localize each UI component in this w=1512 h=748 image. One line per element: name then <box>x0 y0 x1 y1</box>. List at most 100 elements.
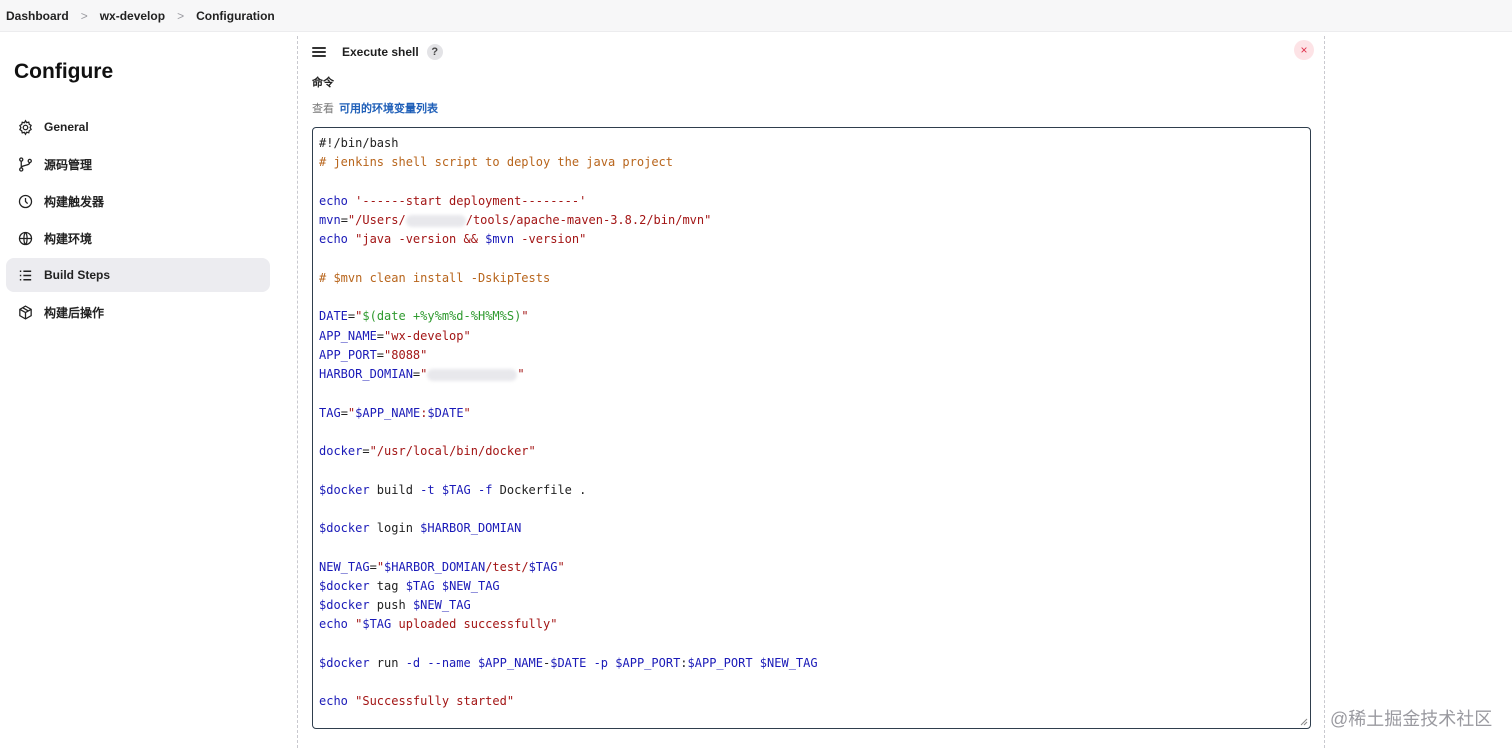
code-token: " <box>557 559 565 574</box>
breadcrumb-dashboard[interactable]: Dashboard <box>6 9 69 23</box>
code-token: " <box>376 559 385 574</box>
code-token: $docker <box>319 482 370 497</box>
env-vars-line: 查看 可用的环境变量列表 <box>312 100 438 116</box>
code-token: $HARBOR_DOMIAN <box>384 559 486 574</box>
code-token: '------start deployment--------' <box>355 193 587 208</box>
code-line: #!/bin/bash <box>319 134 1310 153</box>
sidebar-item-label: Build Steps <box>44 268 111 282</box>
code-line: HARBOR_DOMIAN=" " <box>319 365 1310 384</box>
code-line: $docker run -d --name $APP_NAME-$DATE -p… <box>319 654 1310 673</box>
code-token: $NEW_TAG <box>759 655 818 670</box>
code-token: DATE <box>319 309 348 324</box>
redacted-text <box>427 368 518 381</box>
code-token: $APP_NAME <box>355 405 421 420</box>
code-line: echo "Successfully started" <box>319 692 1310 711</box>
code-token: $docker <box>319 578 370 593</box>
code-token: login <box>369 521 421 535</box>
code-token: -p <box>593 655 616 670</box>
page-title: Configure <box>14 60 114 83</box>
code-line: DATE="$(date +%y%m%d-%H%M%S)" <box>319 307 1310 326</box>
code-token: $TAG <box>405 578 435 593</box>
sidebar-item-build-steps[interactable]: Build Steps <box>6 258 270 292</box>
sidebar-item-label: General <box>44 120 89 134</box>
globe-icon <box>16 229 34 247</box>
code-token: = <box>376 328 385 343</box>
code-token: "Successfully started" <box>355 694 515 709</box>
code-token: uploaded successfully" <box>391 617 558 632</box>
code-token: APP_NAME <box>319 328 377 343</box>
code-line: docker="/usr/local/bin/docker" <box>319 442 1310 461</box>
code-token: $NEW_TAG <box>412 598 471 612</box>
code-token: "/usr/local/bin/docker" <box>369 444 536 458</box>
code-token: # jenkins shell script to deploy the jav… <box>319 155 674 170</box>
code-token: run <box>369 655 406 670</box>
breadcrumb-project[interactable]: wx-develop <box>100 9 165 23</box>
code-token: echo <box>319 232 356 247</box>
code-line: APP_PORT="8088" <box>319 346 1310 365</box>
sidebar-item-label: 源码管理 <box>44 157 93 172</box>
code-token: = <box>376 347 385 362</box>
sidebar-item-build-environment[interactable]: 构建环境 <box>6 221 270 255</box>
code-token: " <box>463 405 471 420</box>
drag-handle-icon[interactable] <box>312 47 326 57</box>
code-token: $HARBOR_DOMIAN <box>420 521 522 535</box>
command-code[interactable]: #!/bin/bash # jenkins shell script to dep… <box>313 128 1310 712</box>
code-token: $DATE <box>550 655 587 670</box>
sidebar-item-post-build-actions[interactable]: 构建后操作 <box>6 295 270 329</box>
sidebar-item-general[interactable]: General <box>6 110 270 144</box>
code-token: echo <box>319 694 356 709</box>
code-token: = <box>340 213 348 227</box>
code-token: Dockerfile . <box>492 482 587 497</box>
code-line: TAG="$APP_NAME:$DATE" <box>319 404 1310 423</box>
code-token: "/Users/ <box>347 213 406 227</box>
branch-icon <box>16 155 34 173</box>
code-token: /test/ <box>485 559 529 574</box>
sidebar-item-build-triggers[interactable]: 构建触发器 <box>6 184 270 218</box>
sidebar-item-source-control[interactable]: 源码管理 <box>6 147 270 181</box>
code-token: NEW_TAG <box>319 559 370 574</box>
env-vars-link[interactable]: 可用的环境变量列表 <box>339 103 438 115</box>
resize-handle-icon[interactable] <box>1300 718 1308 726</box>
code-token: docker <box>319 444 363 458</box>
code-token: -t <box>420 482 442 497</box>
code-line: echo '------start deployment--------' <box>319 192 1310 211</box>
breadcrumb: Dashboard > wx-develop > Configuration <box>0 0 1512 32</box>
command-editor[interactable]: #!/bin/bash # jenkins shell script to dep… <box>312 127 1311 729</box>
breadcrumb-configuration[interactable]: Configuration <box>196 9 275 23</box>
build-step-panel: Execute shell ? × 命令 查看 可用的环境变量列表 #!/bin… <box>297 36 1325 748</box>
code-token: $DATE <box>427 405 464 420</box>
close-icon[interactable]: × <box>1294 40 1314 60</box>
code-token: echo <box>319 193 356 208</box>
sidebar: Configure General 源码管理 构建触发器 构建环境 Build … <box>0 32 280 748</box>
code-token: = <box>340 405 348 420</box>
code-token: APP_PORT <box>319 347 377 362</box>
code-token: $NEW_TAG <box>441 578 500 593</box>
code-token: $mvn <box>485 232 515 247</box>
help-icon[interactable]: ? <box>426 44 443 60</box>
step-title: Execute shell <box>342 45 419 59</box>
code-token: TAG <box>319 405 341 420</box>
gear-icon <box>16 118 34 136</box>
package-icon <box>16 303 34 321</box>
code-token: /tools/apache-maven-3.8.2/bin/mvn" <box>465 213 712 227</box>
code-token: $APP_PORT <box>615 655 681 670</box>
code-line: $docker push $NEW_TAG <box>319 596 1310 615</box>
code-line: # jenkins shell script to deploy the jav… <box>319 153 1310 172</box>
chevron-right-icon: > <box>80 8 88 23</box>
code-token: -f <box>477 482 493 497</box>
code-line: echo "java -version && $mvn -version" <box>319 230 1310 249</box>
watermark: @稀土掘金技术社区 <box>1330 709 1493 729</box>
code-line: echo "$TAG uploaded successfully" <box>319 615 1310 634</box>
code-token: HARBOR_DOMIAN <box>319 367 413 381</box>
code-token: -d --name <box>405 655 478 670</box>
code-token: $docker <box>319 655 370 670</box>
code-token: push <box>369 598 413 612</box>
